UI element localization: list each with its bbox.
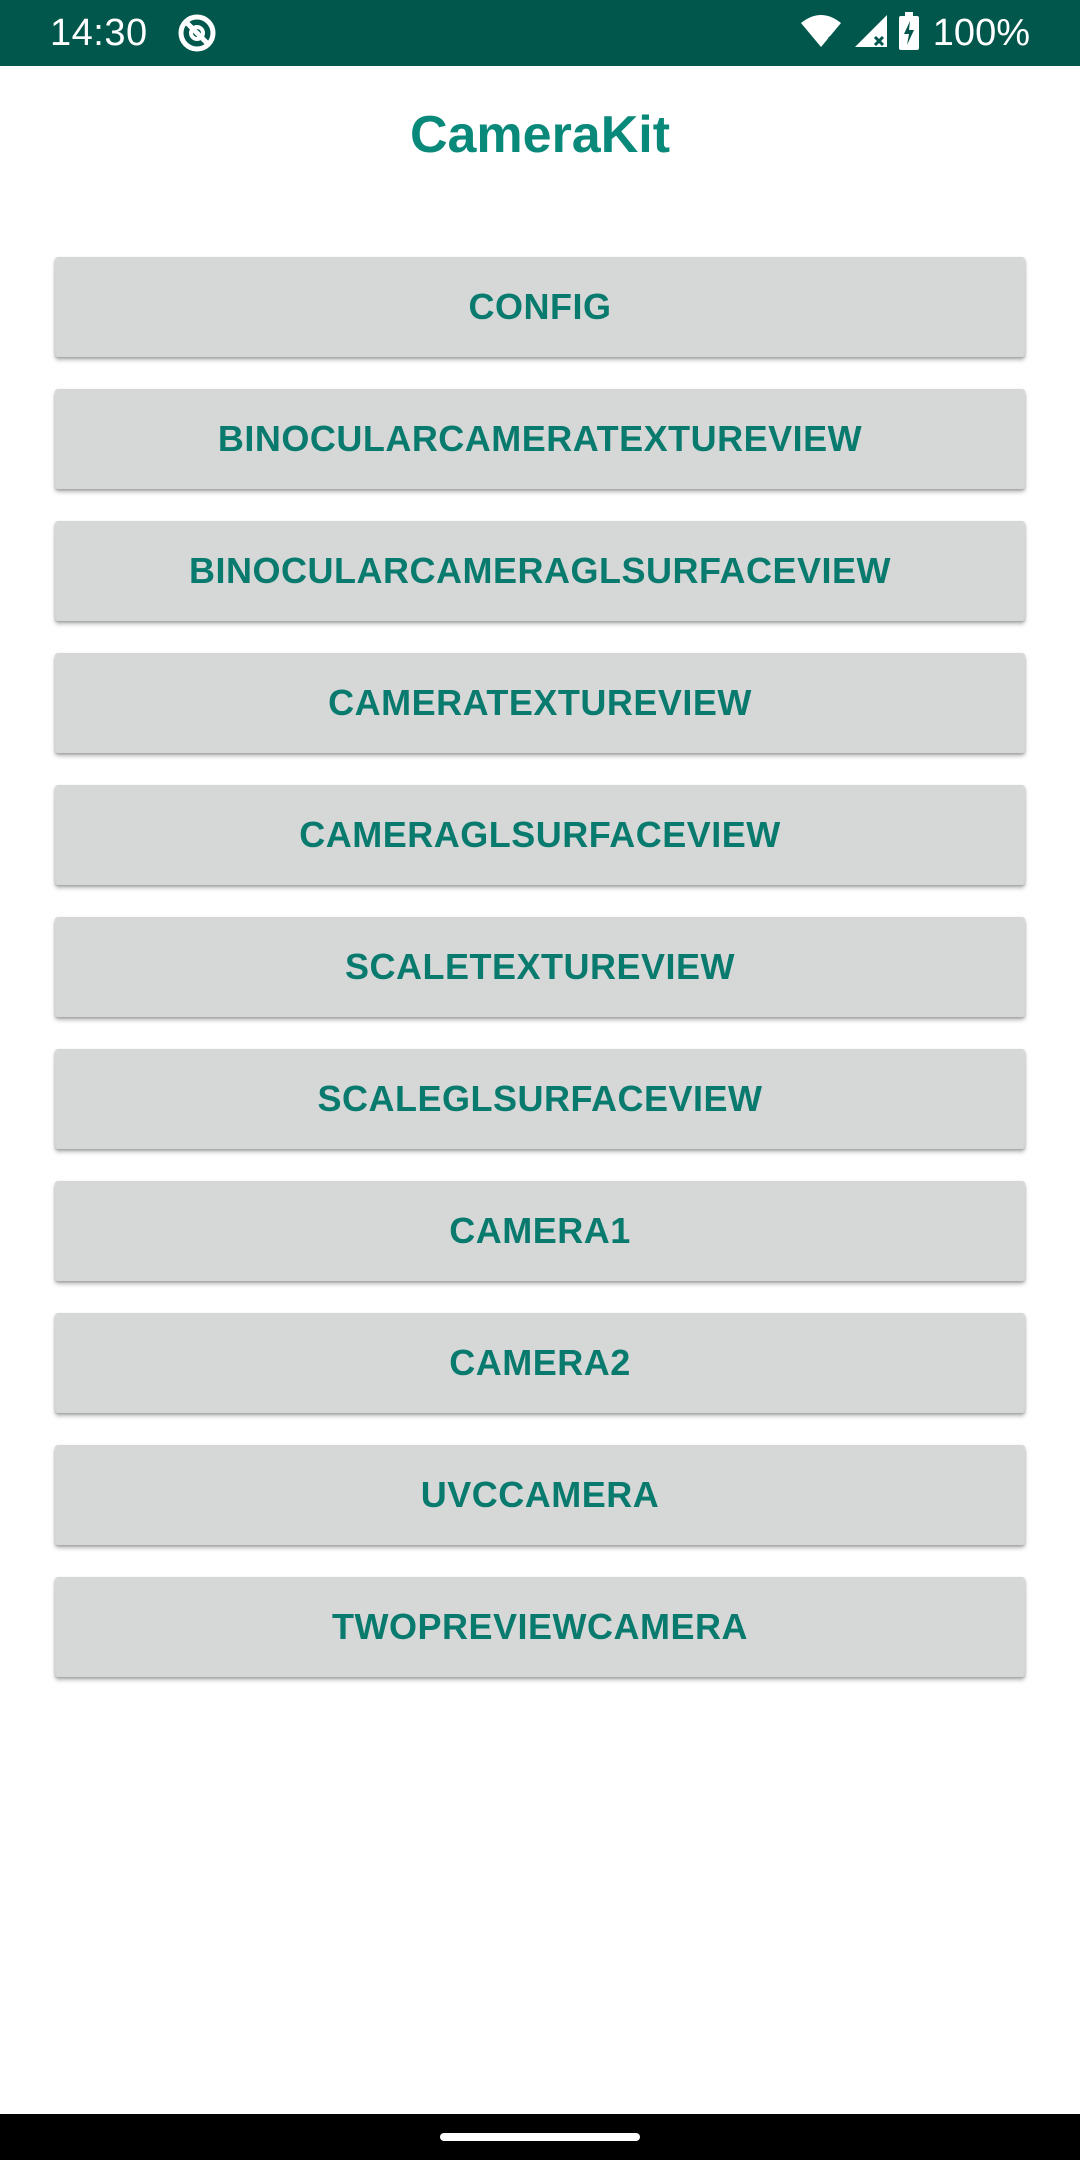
- scale-texture-view-button[interactable]: SCALETEXTUREVIEW: [55, 917, 1025, 1017]
- camera-texture-view-button[interactable]: CAMERATEXTUREVIEW: [55, 653, 1025, 753]
- binocular-camera-texture-view-button[interactable]: BINOCULARCAMERATEXTUREVIEW: [55, 389, 1025, 489]
- button-list: CONFIG BINOCULARCAMERATEXTUREVIEW BINOCU…: [55, 257, 1025, 1709]
- camera1-button[interactable]: CAMERA1: [55, 1181, 1025, 1281]
- wifi-icon: [799, 13, 843, 54]
- status-time: 14:30: [50, 12, 148, 54]
- signal-icon: [853, 13, 889, 54]
- scale-gl-surface-view-button[interactable]: SCALEGLSURFACEVIEW: [55, 1049, 1025, 1149]
- camera-gl-surface-view-button[interactable]: CAMERAGLSURFACEVIEW: [55, 785, 1025, 885]
- uvc-camera-button[interactable]: UVCCAMERA: [55, 1445, 1025, 1545]
- home-gesture-handle[interactable]: [440, 2133, 640, 2141]
- camera2-button[interactable]: CAMERA2: [55, 1313, 1025, 1413]
- app-title: CameraKit: [409, 106, 671, 164]
- battery-charging-icon: [898, 11, 919, 55]
- config-button[interactable]: CONFIG: [55, 257, 1025, 357]
- binocular-camera-gl-surface-view-button[interactable]: BINOCULARCAMERAGLSURFACEVIEW: [55, 521, 1025, 621]
- navigation-bar: [0, 2114, 1080, 2160]
- app-notification-icon: [176, 12, 218, 54]
- two-preview-camera-button[interactable]: TWOPREVIEWCAMERA: [55, 1577, 1025, 1677]
- battery-percentage: 100%: [932, 12, 1030, 54]
- status-bar: 14:30 100%: [0, 0, 1080, 66]
- status-icons: 100%: [799, 10, 1030, 56]
